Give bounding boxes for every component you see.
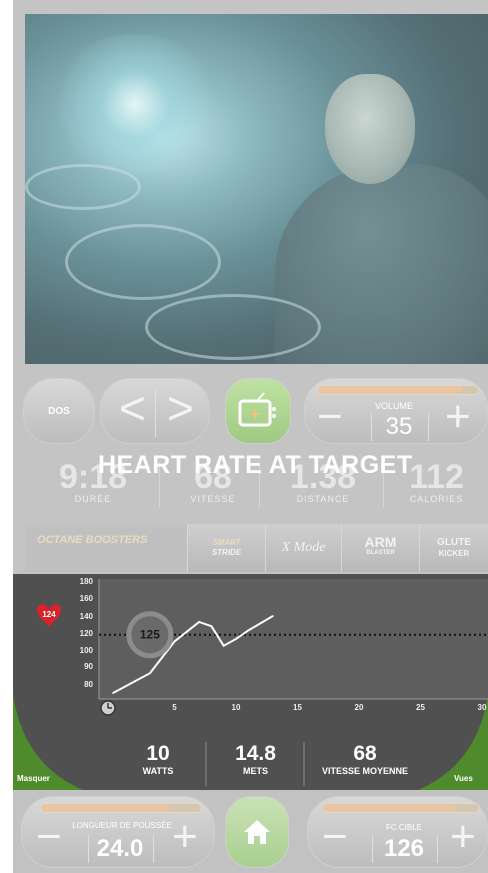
tab-x-mode[interactable]: X Mode: [265, 524, 341, 572]
tab-arm-blaster[interactable]: ARM BLASTER: [341, 524, 419, 572]
tab-x-mode-label: X Mode: [281, 540, 326, 555]
target-hr-down-button[interactable]: −: [322, 815, 348, 859]
stride-length-label: LONGUEUR DE POUSSÉE: [72, 821, 172, 830]
app-frame: DOS < > + − VOLUME 35 + 9:18 DURÉE 68 VI…: [13, 0, 488, 873]
heart-rate-point: [198, 621, 200, 623]
x-tick-label: 20: [355, 703, 364, 712]
x-tick-label: 10: [232, 703, 241, 712]
avg-speed-stat: 68 VITESSE MOYENNE: [305, 742, 425, 776]
svg-text:+: +: [250, 404, 261, 424]
tab-arm-blaster-line1: ARM: [364, 534, 397, 550]
next-button[interactable]: >: [167, 385, 194, 431]
media-nav: < >: [100, 378, 210, 444]
heart-rate-point: [210, 625, 213, 627]
x-tick-label: 30: [478, 703, 487, 712]
stride-length-control: − LONGUEUR DE POUSSÉE 24.0 +: [21, 796, 215, 868]
volume-value: 35: [385, 413, 413, 440]
mets-label: METS: [242, 766, 268, 776]
x-tick-label: 15: [293, 703, 302, 712]
x-tick-label: 25: [416, 703, 425, 712]
speed-label: VITESSE: [190, 494, 236, 504]
volume-control: − VOLUME 35 +: [304, 378, 488, 444]
tab-smart-stride[interactable]: SMART STRIDE: [187, 524, 265, 572]
avg-speed-value: 68: [353, 742, 377, 765]
target-hr-control: − FC CIBLE 126 +: [307, 796, 488, 868]
octane-boosters-bar: OCTANE BOOSTERS SMART STRIDE X Mode ARM …: [25, 524, 488, 572]
home-icon: [244, 820, 270, 844]
target-hr-value: 126: [383, 835, 425, 862]
distance-label: DISTANCE: [296, 494, 350, 504]
target-marker-value: 125: [140, 628, 160, 642]
avg-speed-label: VITESSE MOYENNE: [321, 766, 409, 776]
tab-glute-kicker[interactable]: GLUTE KICKER: [419, 524, 488, 572]
volume-label: VOLUME: [375, 401, 414, 411]
views-button[interactable]: Vues: [454, 774, 473, 783]
previous-button[interactable]: <: [119, 385, 146, 431]
heart-rate-point: [235, 638, 237, 640]
watts-value: 10: [146, 742, 170, 765]
volume-up-button[interactable]: +: [445, 395, 471, 439]
current-heart-rate: 124: [42, 610, 56, 619]
back-button[interactable]: DOS: [23, 378, 95, 444]
heart-rate-message: HEART RATE AT TARGET: [98, 451, 413, 479]
watts-label: WATTS: [142, 766, 174, 776]
video-player[interactable]: [25, 14, 488, 364]
tv-button[interactable]: +: [225, 378, 291, 444]
tv-icon: +: [238, 392, 276, 427]
tab-glute-kicker-line1: GLUTE: [437, 537, 471, 548]
tab-arm-blaster-line2: BLASTER: [366, 550, 395, 556]
stride-length-down-button[interactable]: −: [36, 815, 62, 859]
y-tick-label: 180: [80, 577, 94, 586]
x-tick-label: 5: [172, 703, 177, 712]
heart-rate-point: [272, 615, 274, 617]
calories-label: CALORIES: [409, 494, 464, 504]
y-tick-label: 80: [84, 680, 93, 689]
home-button[interactable]: [225, 796, 289, 868]
tab-smart-stride-line1: SMART: [212, 538, 241, 547]
clock-icon: [100, 700, 116, 716]
heart-rate-point: [222, 644, 225, 647]
footer-controls: − LONGUEUR DE POUSSÉE 24.0 + − FC CIBLE …: [13, 790, 488, 873]
boosters-title: OCTANE BOOSTERS: [37, 534, 148, 546]
hide-button[interactable]: Masquer: [17, 774, 50, 783]
y-tick-label: 120: [80, 629, 94, 638]
volume-down-button[interactable]: −: [317, 395, 343, 439]
y-tick-label: 90: [84, 662, 93, 671]
y-tick-label: 140: [80, 612, 94, 621]
heart-icon: 124: [37, 604, 61, 628]
target-marker: 125: [126, 611, 174, 659]
tab-smart-stride-line2: STRIDE: [211, 548, 242, 557]
heart-rate-point: [112, 692, 114, 694]
heart-rate-point: [149, 672, 151, 674]
target-hr-label: FC CIBLE: [385, 823, 422, 832]
stride-length-value: 24.0: [96, 835, 144, 862]
y-tick-label: 160: [80, 594, 94, 603]
target-hr-up-button[interactable]: +: [450, 815, 476, 859]
duration-label: DURÉE: [74, 494, 112, 504]
heart-rate-point: [247, 629, 250, 632]
back-label: DOS: [48, 405, 70, 417]
tab-glute-kicker-line2: KICKER: [438, 549, 470, 558]
mets-stat: 14.8 METS: [208, 742, 303, 776]
watts-stat: 10 WATTS: [108, 742, 208, 776]
y-tick-label: 100: [80, 646, 94, 655]
mets-value: 14.8: [235, 742, 276, 765]
stride-length-up-button[interactable]: +: [172, 815, 198, 859]
heart-rate-point: [173, 640, 176, 643]
